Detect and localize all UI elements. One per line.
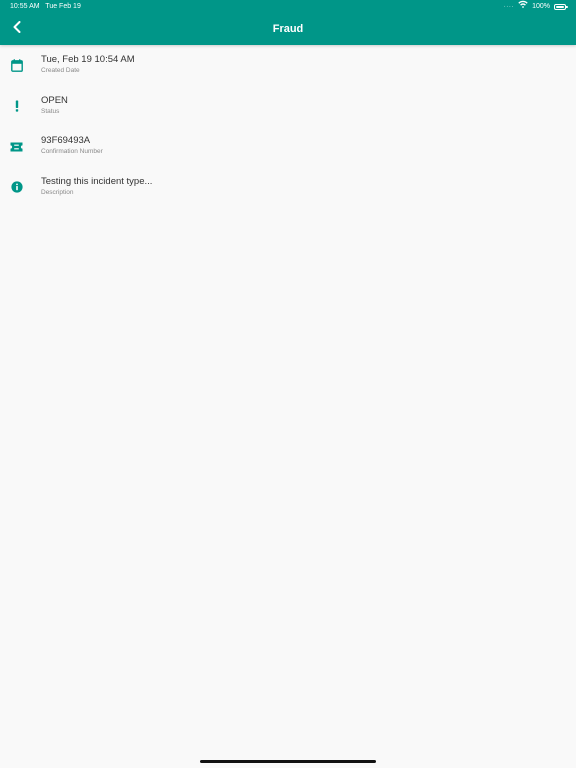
status-time: 10:55 AM xyxy=(10,3,40,10)
description-label: Description xyxy=(41,188,74,196)
calendar-icon xyxy=(10,59,23,72)
battery-percent: 100% xyxy=(532,3,550,10)
signal-indicator: ···· xyxy=(503,4,515,10)
detail-row-created-date: Tue, Feb 19 10:54 AM Created Date xyxy=(0,45,576,86)
detail-row-description: Testing this incident type... Descriptio… xyxy=(0,167,576,208)
wifi-icon xyxy=(518,0,528,14)
created-date-label: Created Date xyxy=(41,67,80,74)
status-value: OPEN xyxy=(41,94,68,106)
ticket-icon xyxy=(10,140,23,153)
battery-fill xyxy=(556,6,564,8)
status-date: Tue Feb 19 xyxy=(45,3,81,10)
app-screen: 10:55 AM Tue Feb 19 ···· 100% Fraud Tue,… xyxy=(0,0,576,768)
battery-icon xyxy=(554,4,568,10)
confirmation-number-value: 93F69493A xyxy=(41,135,91,146)
home-indicator[interactable] xyxy=(200,760,376,763)
incident-details-list: Tue, Feb 19 10:54 AM Created Date OPEN S… xyxy=(0,45,576,207)
detail-row-status: OPEN Status xyxy=(0,86,576,127)
info-icon xyxy=(10,181,23,194)
created-date-value: Tue, Feb 19 10:54 AM xyxy=(41,54,135,65)
description-value: Testing this incident type... xyxy=(41,175,153,187)
navigation-bar: Fraud xyxy=(0,14,576,45)
top-bar: 10:55 AM Tue Feb 19 ···· 100% Fraud xyxy=(0,0,576,45)
status-label: Status xyxy=(41,107,60,115)
detail-row-confirmation-number: 93F69493A Confirmation Number xyxy=(0,126,576,167)
status-time-date: 10:55 AM Tue Feb 19 xyxy=(10,0,81,14)
status-indicators: ···· 100% xyxy=(503,0,568,14)
status-bar: 10:55 AM Tue Feb 19 ···· 100% xyxy=(0,0,576,14)
confirmation-number-label: Confirmation Number xyxy=(41,148,103,155)
page-title: Fraud xyxy=(272,23,304,35)
exclamation-icon xyxy=(10,100,23,113)
